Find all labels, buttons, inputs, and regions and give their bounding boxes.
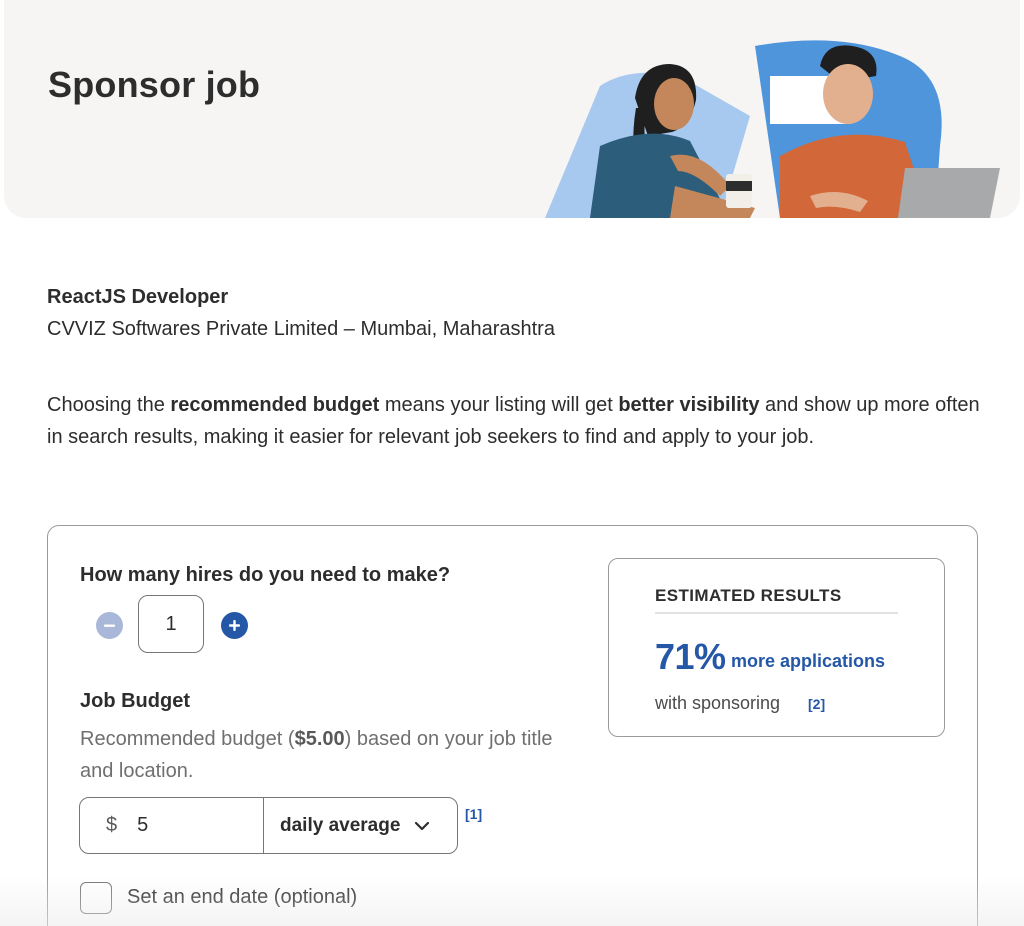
estimated-more-applications: more applications (731, 651, 886, 671)
budget-hint-prefix: Recommended budget ( (80, 728, 295, 750)
chevron-down-icon (415, 821, 430, 830)
page-title: Sponsor job (48, 64, 261, 105)
decrease-hires-button[interactable] (96, 612, 123, 639)
hires-question-label: How many hires do you need to make? (80, 564, 451, 586)
people-illustration (545, 40, 1000, 218)
estimated-results-title: ESTIMATED RESULTS (655, 586, 898, 614)
end-date-checkbox[interactable] (80, 882, 112, 914)
budget-amount-field[interactable]: $ 5 (80, 798, 264, 853)
budget-frequency-select[interactable]: daily average (264, 798, 457, 853)
plus-icon (229, 620, 240, 631)
intro-text-part: means your listing will get (379, 394, 619, 416)
intro-text-part: Choosing the (47, 394, 171, 416)
recommended-budget-amount: $5.00 (294, 728, 345, 750)
footnote-link-2[interactable]: [2] (808, 696, 825, 712)
budget-amount-value: 5 (137, 814, 149, 836)
job-title: ReactJS Developer (47, 286, 229, 308)
currency-symbol: $ (106, 814, 118, 836)
estimated-with-sponsoring: with sponsoring (655, 693, 781, 713)
end-date-checkbox-label[interactable]: Set an end date (optional) (127, 886, 357, 909)
increase-hires-button[interactable] (221, 612, 248, 639)
budget-frequency-value: daily average (280, 814, 401, 836)
estimated-percent: 71% (655, 636, 726, 677)
intro-bold-better-visibility: better visibility (618, 394, 760, 416)
job-budget-label: Job Budget (80, 690, 190, 712)
hero-banner: Sponsor job (4, 0, 1020, 218)
minus-icon (104, 624, 115, 627)
job-company-location: CVVIZ Softwares Private Limited – Mumbai… (47, 318, 555, 340)
budget-input-group: $ 5 daily average (79, 797, 458, 854)
budget-intro-text: Choosing the recommended budget means yo… (47, 390, 987, 453)
intro-bold-recommended-budget: recommended budget (170, 394, 380, 416)
footnote-link-1[interactable]: [1] (465, 806, 482, 822)
hires-count-input[interactable]: 1 (138, 595, 204, 653)
budget-recommendation-text: Recommended budget ($5.00) based on your… (80, 724, 580, 787)
hires-count-value: 1 (165, 612, 177, 635)
